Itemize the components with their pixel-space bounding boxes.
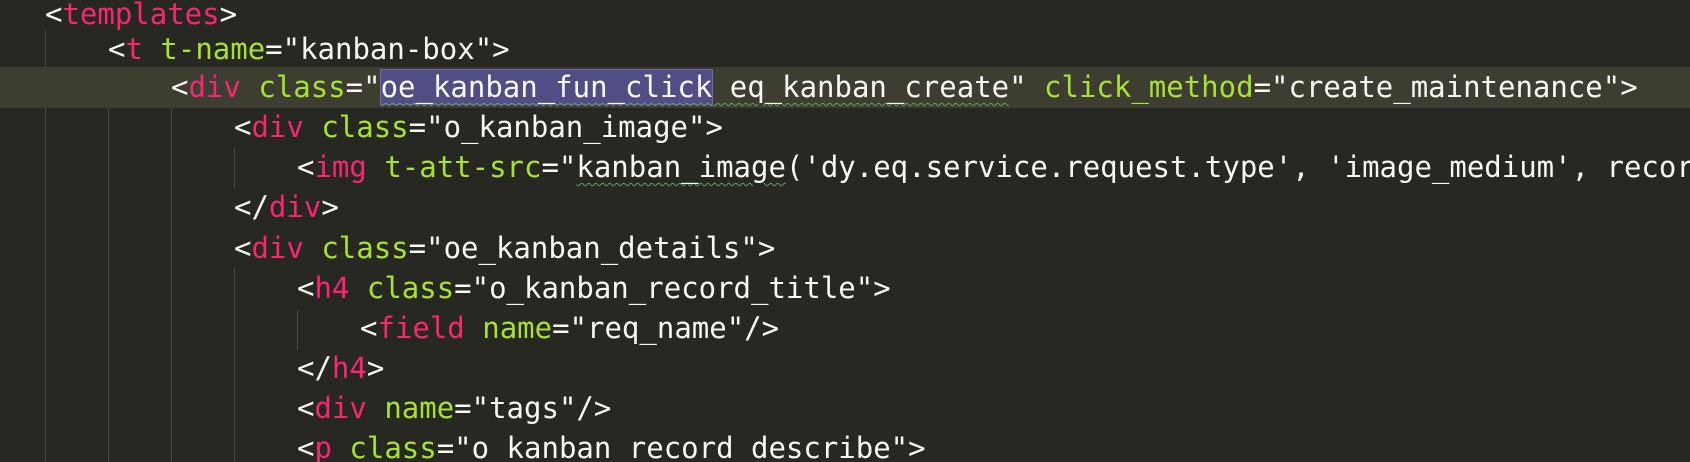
bracket: > <box>705 110 723 144</box>
attribute-value: create_maintenance <box>1288 70 1603 104</box>
quote: " <box>1009 70 1027 104</box>
attribute-value: ('dy.eq.service.request.type', 'image_me… <box>785 150 1690 184</box>
quote: " <box>688 110 706 144</box>
attribute-value: o_kanban_record_describe <box>471 431 891 462</box>
code-line[interactable]: </div> <box>0 187 1690 228</box>
equals-quote: =" <box>436 431 472 462</box>
attribute-name: class <box>258 70 346 104</box>
bracket: > <box>1620 70 1638 104</box>
equals-quote: =" <box>454 391 490 425</box>
tag-name: templates <box>62 0 220 31</box>
function-name: kanban_image <box>576 150 786 184</box>
equals-quote: =" <box>345 70 381 104</box>
code-line[interactable]: <field name="req_name"/> <box>0 308 1690 349</box>
code-line[interactable]: <div class="o_kanban_image"> <box>0 107 1690 148</box>
bracket: </ <box>297 351 332 385</box>
bracket: < <box>171 70 189 104</box>
code-editor[interactable]: <templates> <t t-name="kanban-box"> <div… <box>0 0 1690 462</box>
bracket: < <box>360 311 378 345</box>
attribute-name: class <box>321 231 409 265</box>
tag-name: div <box>314 391 367 425</box>
code-line[interactable]: <p class="o_kanban_record_describe"> <box>0 428 1690 462</box>
bracket: > <box>757 231 776 265</box>
bracket: > <box>873 271 891 305</box>
attribute-value: o_kanban_image <box>443 110 688 144</box>
equals-quote: =" <box>1253 70 1289 104</box>
attribute-name: class <box>349 431 437 462</box>
tag-name: div <box>251 110 304 144</box>
attribute-name: class <box>321 110 409 144</box>
quote: " <box>740 231 758 265</box>
equals-quote: =" <box>408 231 444 265</box>
bracket: < <box>234 231 252 265</box>
code-line[interactable]: <img t-att-src="kanban_image('dy.eq.serv… <box>0 147 1690 188</box>
attribute-value: o_kanban_record_title <box>489 271 856 305</box>
attribute-value: kanban-box <box>300 32 475 66</box>
quote: " <box>726 311 745 345</box>
code-line-current[interactable]: <div class="oe_kanban_fun_click eq_kanba… <box>0 67 1690 108</box>
quote: " <box>558 391 577 425</box>
bracket: > <box>908 431 926 462</box>
equals-quote: =" <box>454 271 490 305</box>
quote: " <box>890 431 909 462</box>
equals-quote: =" <box>408 110 444 144</box>
bracket: < <box>234 110 252 144</box>
bracket: < <box>45 0 63 31</box>
bracket: > <box>366 351 385 385</box>
bracket: /> <box>576 391 612 425</box>
bracket: < <box>297 150 315 184</box>
tag-name: h4 <box>314 271 350 305</box>
bracket: > <box>321 190 339 224</box>
quote: " <box>855 271 874 305</box>
attribute-name: class <box>366 271 455 305</box>
tag-name: img <box>314 150 367 184</box>
bracket: > <box>492 32 510 66</box>
selected-text[interactable]: oe_kanban_fun_click <box>379 69 714 105</box>
equals-quote: =" <box>265 32 301 66</box>
code-line[interactable]: </h4> <box>0 348 1690 389</box>
tag-name: div <box>268 190 322 224</box>
code-line[interactable]: <div name="tags"/> <box>0 388 1690 429</box>
attribute-name: t-name <box>160 32 266 66</box>
attribute-value: oe_kanban_details <box>443 231 741 265</box>
tag-name: t <box>125 32 143 66</box>
bracket: < <box>108 32 126 66</box>
code-line[interactable]: <t t-name="kanban-box"> <box>0 29 1690 70</box>
attribute-name: t-att-src <box>384 150 542 184</box>
tag-name: div <box>188 70 241 104</box>
bracket: > <box>219 0 238 31</box>
tag-name: h4 <box>331 351 367 385</box>
code-line[interactable]: <div class="oe_kanban_details"> <box>0 228 1690 269</box>
attribute-value-part: eq_kanban_create <box>712 70 1010 104</box>
bracket: </ <box>234 190 269 224</box>
attribute-value: eq_kanban_create <box>712 70 1009 104</box>
equals-quote: =" <box>552 311 588 345</box>
attribute-value: req_name <box>587 311 727 345</box>
bracket: < <box>297 391 315 425</box>
tag-name: field <box>377 311 465 345</box>
quote: " <box>474 32 493 66</box>
attribute-name: click_method <box>1044 70 1254 104</box>
equals-quote: =" <box>541 150 577 184</box>
attribute-name: name <box>384 391 455 425</box>
bracket: < <box>297 271 315 305</box>
attribute-value: tags <box>489 391 559 425</box>
quote: " <box>1602 70 1621 104</box>
bracket: /> <box>744 311 780 345</box>
attribute-name: name <box>482 311 553 345</box>
code-line[interactable]: <h4 class="o_kanban_record_title"> <box>0 268 1690 309</box>
tag-name: p <box>314 431 332 462</box>
bracket: < <box>297 431 315 462</box>
tag-name: div <box>251 231 304 265</box>
